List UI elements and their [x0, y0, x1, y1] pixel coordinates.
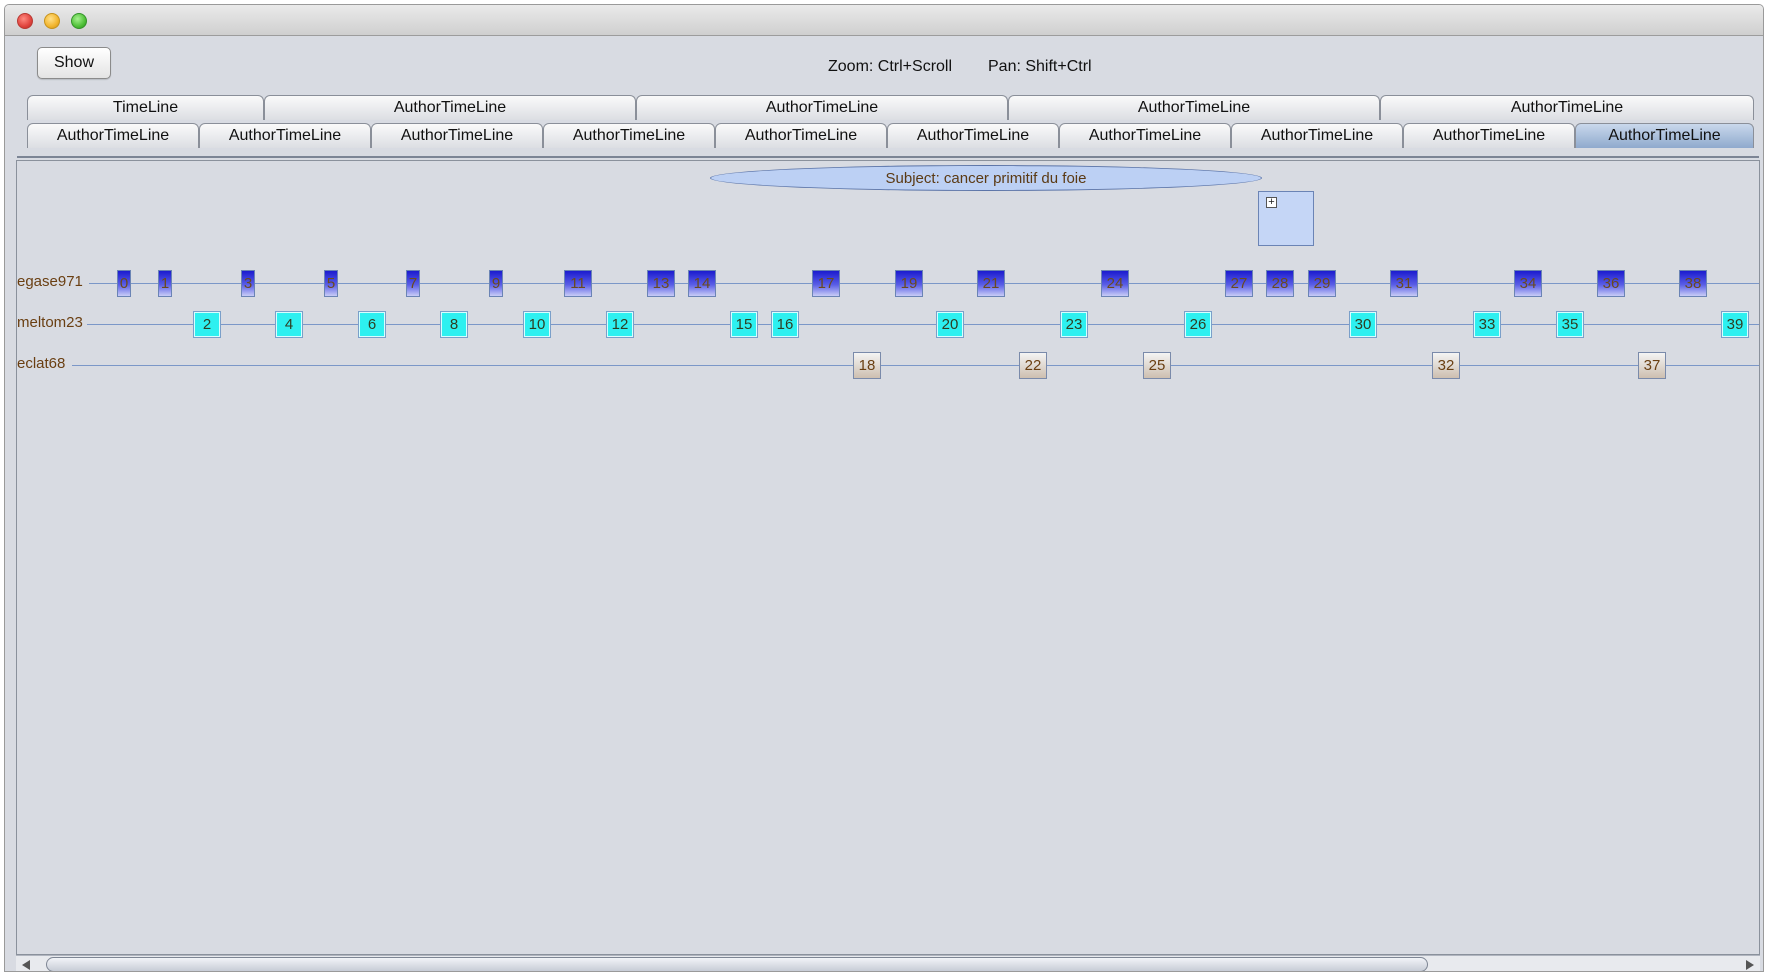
message-node[interactable]: 29 [1308, 270, 1336, 297]
message-node[interactable]: 34 [1514, 270, 1542, 297]
tab-timeline[interactable]: TimeLine [27, 95, 264, 120]
message-node[interactable]: 33 [1473, 311, 1501, 338]
message-node[interactable]: 3 [241, 270, 255, 297]
message-node[interactable]: 11 [564, 270, 592, 297]
tab-author-timeline-r2-7[interactable]: AuthorTimeLine [1231, 123, 1403, 148]
tab-author-timeline-r2-5[interactable]: AuthorTimeLine [887, 123, 1059, 148]
author-label: egase971 [17, 273, 83, 290]
message-node[interactable]: 13 [647, 270, 675, 297]
message-node[interactable]: 7 [406, 270, 420, 297]
message-node[interactable]: 39 [1721, 311, 1749, 338]
message-node[interactable]: 28 [1266, 270, 1294, 297]
message-node[interactable]: 17 [812, 270, 840, 297]
message-node[interactable]: 26 [1184, 311, 1212, 338]
close-window-icon[interactable] [17, 13, 33, 29]
message-node[interactable]: 25 [1143, 352, 1171, 379]
author-axis-line [87, 324, 1759, 325]
expand-plus-icon[interactable]: + [1266, 197, 1277, 208]
title-bar [5, 5, 1763, 36]
tab-author-timeline-r1-1[interactable]: AuthorTimeLine [264, 95, 636, 120]
tab-author-timeline-r2-2[interactable]: AuthorTimeLine [371, 123, 543, 148]
collapsed-node[interactable]: + [1258, 191, 1314, 246]
author-label: meltom23 [17, 314, 83, 331]
message-node[interactable]: 23 [1060, 311, 1088, 338]
message-node[interactable]: 30 [1349, 311, 1377, 338]
message-node[interactable]: 32 [1432, 352, 1460, 379]
scroll-left-icon[interactable] [22, 960, 30, 970]
message-node[interactable]: 31 [1390, 270, 1418, 297]
tab-author-timeline-r2-6[interactable]: AuthorTimeLine [1059, 123, 1231, 148]
zoom-window-icon[interactable] [71, 13, 87, 29]
message-node[interactable]: 5 [324, 270, 338, 297]
message-node[interactable]: 37 [1638, 352, 1666, 379]
tab-author-timeline-r1-4[interactable]: AuthorTimeLine [1380, 95, 1754, 120]
scrollbar-thumb[interactable] [46, 957, 1428, 971]
zoom-hint: Zoom: Ctrl+Scroll [828, 58, 953, 75]
message-node[interactable]: 27 [1225, 270, 1253, 297]
author-label: eclat68 [17, 355, 66, 372]
subject-node[interactable]: Subject: cancer primitif du foie [710, 165, 1262, 191]
author-axis-line [72, 365, 1759, 366]
timeline-canvas[interactable]: Subject: cancer primitif du foie + egase… [16, 160, 1760, 955]
message-node[interactable]: 36 [1597, 270, 1625, 297]
tab-author-timeline-r2-0[interactable]: AuthorTimeLine [27, 123, 199, 148]
show-button[interactable]: Show [37, 47, 111, 79]
tab-author-timeline-r2-3[interactable]: AuthorTimeLine [543, 123, 715, 148]
message-node[interactable]: 24 [1101, 270, 1129, 297]
message-node[interactable]: 14 [688, 270, 716, 297]
message-node[interactable]: 35 [1556, 311, 1584, 338]
message-node[interactable]: 21 [977, 270, 1005, 297]
minimize-window-icon[interactable] [44, 13, 60, 29]
author-axis-line [89, 283, 1759, 284]
horizontal-scrollbar[interactable] [16, 955, 1760, 971]
message-node[interactable]: 0 [117, 270, 131, 297]
message-node[interactable]: 1 [158, 270, 172, 297]
app-window: Show Zoom: Ctrl+Scroll Pan: Shift+Ctrl T… [4, 4, 1764, 972]
message-node[interactable]: 38 [1679, 270, 1707, 297]
tab-author-timeline-r2-4[interactable]: AuthorTimeLine [715, 123, 887, 148]
pan-hint: Pan: Shift+Ctrl [988, 58, 1092, 75]
message-node[interactable]: 15 [730, 311, 758, 338]
message-node[interactable]: 9 [489, 270, 503, 297]
message-node[interactable]: 10 [523, 311, 551, 338]
message-node[interactable]: 4 [275, 311, 303, 338]
tab-author-timeline-r1-3[interactable]: AuthorTimeLine [1008, 95, 1380, 120]
message-node[interactable]: 22 [1019, 352, 1047, 379]
tab-divider [17, 156, 1759, 158]
message-node[interactable]: 20 [936, 311, 964, 338]
scroll-right-icon[interactable] [1746, 960, 1754, 970]
message-node[interactable]: 6 [358, 311, 386, 338]
tab-author-timeline-r2-1[interactable]: AuthorTimeLine [199, 123, 371, 148]
message-node[interactable]: 19 [895, 270, 923, 297]
message-node[interactable]: 2 [193, 311, 221, 338]
message-node[interactable]: 12 [606, 311, 634, 338]
tab-author-timeline-r2-9[interactable]: AuthorTimeLine [1575, 123, 1754, 148]
tab-author-timeline-r1-2[interactable]: AuthorTimeLine [636, 95, 1008, 120]
message-node[interactable]: 16 [771, 311, 799, 338]
message-node[interactable]: 8 [440, 311, 468, 338]
message-node[interactable]: 18 [853, 352, 881, 379]
tab-author-timeline-r2-8[interactable]: AuthorTimeLine [1403, 123, 1575, 148]
